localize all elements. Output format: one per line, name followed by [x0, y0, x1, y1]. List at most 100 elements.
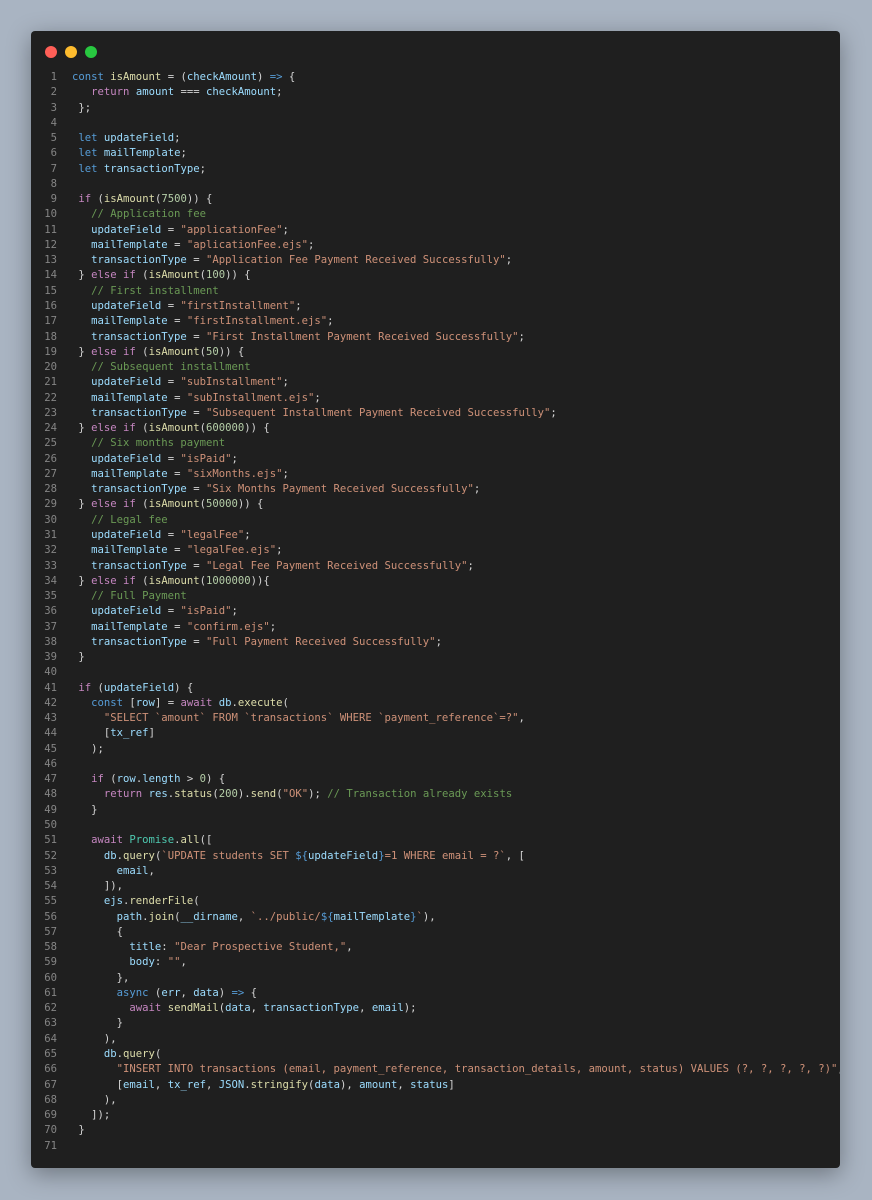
code-token: transactionType [91, 483, 187, 496]
code-token: ). [237, 788, 251, 801]
code-token: ( [135, 422, 149, 435]
code-line: 38 transactionType = "Full Payment Recei… [31, 635, 840, 650]
code-token: data [225, 1002, 251, 1015]
code-token: "" [167, 956, 181, 969]
code-token: row [116, 773, 136, 786]
code-line: 18 transactionType = "First Installment … [31, 330, 840, 345]
code-token: ; [327, 315, 334, 328]
code-token: transactionType [91, 254, 187, 267]
code-token: ; [244, 528, 251, 541]
line-code: } [72, 1016, 123, 1031]
code-token: Promise [129, 834, 175, 847]
code-line: 59 body: "", [31, 955, 840, 970]
line-code: db.query( [72, 1047, 161, 1062]
code-token: await [129, 1002, 162, 1015]
code-token: updateField [308, 849, 379, 862]
code-token: let [78, 147, 98, 160]
code-token: checkAmount [186, 71, 257, 83]
maximize-dot-icon[interactable] [85, 46, 97, 58]
code-token: renderFile [129, 895, 194, 908]
line-number: 45 [44, 742, 57, 755]
line-number: 53 [44, 864, 57, 877]
code-token: = [161, 299, 181, 312]
code-token: = [186, 635, 206, 648]
close-dot-icon[interactable] [45, 46, 57, 58]
line-number: 34 [44, 574, 57, 587]
line-number: 12 [44, 238, 57, 251]
code-token: isAmount [148, 498, 200, 511]
code-token: = [186, 406, 206, 419]
code-line: 61 async (err, data) => { [31, 986, 840, 1001]
line-number: 36 [44, 605, 57, 618]
code-line: 58 title: "Dear Prospective Student,", [31, 940, 840, 955]
code-token: ejs [103, 895, 124, 908]
code-token: "legalFee.ejs" [186, 544, 277, 557]
code-token: data [314, 1078, 340, 1091]
line-code: // First installment [72, 284, 219, 299]
line-number: 17 [44, 315, 57, 328]
code-line: 1 const isAmount = (checkAmount) => { [31, 70, 840, 85]
code-token: // Transaction already exists [327, 788, 513, 801]
code-token: ; [174, 132, 181, 145]
code-token: ( [135, 498, 149, 511]
code-token: "Full Payment Received Successfully" [205, 635, 436, 648]
line-number: 44 [44, 727, 57, 740]
code-line: 55 ejs.renderFile( [31, 894, 840, 909]
code-token: row [135, 696, 155, 709]
code-line: 48 return res.status(200).send("OK"); //… [31, 787, 840, 802]
code-line: 17 mailTemplate = "firstInstallment.ejs"… [31, 314, 840, 329]
code-token: mailTemplate [91, 544, 168, 557]
code-token: > [180, 773, 200, 786]
line-number: 65 [44, 1048, 57, 1060]
line-number: 46 [44, 757, 57, 770]
code-token: if [91, 773, 104, 786]
line-number: 43 [44, 712, 57, 725]
code-token: "isPaid" [180, 452, 232, 465]
code-line: 51 await Promise.all([ [31, 833, 840, 848]
code-token: amount [359, 1078, 398, 1091]
code-line: 23 transactionType = "Subsequent Install… [31, 406, 840, 421]
code-line: 33 transactionType = "Legal Fee Payment … [31, 559, 840, 574]
code-line: 57 { [31, 925, 840, 940]
code-line: 15 // First installment [31, 284, 840, 299]
line-code: } [72, 1123, 84, 1138]
code-token: = [167, 315, 187, 328]
code-token: }, [72, 971, 130, 984]
code-line: 41 if (updateField) { [31, 681, 840, 696]
line-code: } [72, 650, 84, 665]
line-number: 50 [44, 819, 57, 832]
code-token: `../public/ [250, 910, 321, 923]
line-code: // Legal fee [72, 513, 168, 528]
code-token: ), [72, 1032, 117, 1045]
code-token: ${ [320, 910, 334, 923]
line-number: 9 [50, 193, 57, 206]
code-token: amount [135, 86, 175, 99]
code-token: transactionType [91, 635, 187, 648]
code-token: , [518, 712, 525, 725]
code-token: "OK" [282, 788, 309, 801]
code-token: // Full Payment [91, 590, 187, 603]
line-code: mailTemplate = "subInstallment.ejs"; [72, 391, 321, 406]
code-token: updateField [91, 452, 162, 465]
line-code: "SELECT `amount` FROM `transactions` WHE… [72, 711, 525, 726]
code-token: [ [72, 1078, 124, 1091]
code-token: if [78, 193, 92, 206]
code-token: ; [276, 86, 283, 99]
code-line: 69 ]); [31, 1108, 840, 1123]
line-number: 57 [44, 925, 57, 938]
line-code: // Full Payment [72, 589, 187, 604]
code-token: all [180, 834, 200, 847]
code-token: const [72, 71, 104, 83]
code-line: 52 db.query(`UPDATE students SET ${updat… [31, 849, 840, 864]
minimize-dot-icon[interactable] [65, 46, 77, 58]
code-token: data [193, 986, 219, 999]
code-token: updateField [91, 605, 162, 618]
line-number: 5 [50, 132, 57, 145]
